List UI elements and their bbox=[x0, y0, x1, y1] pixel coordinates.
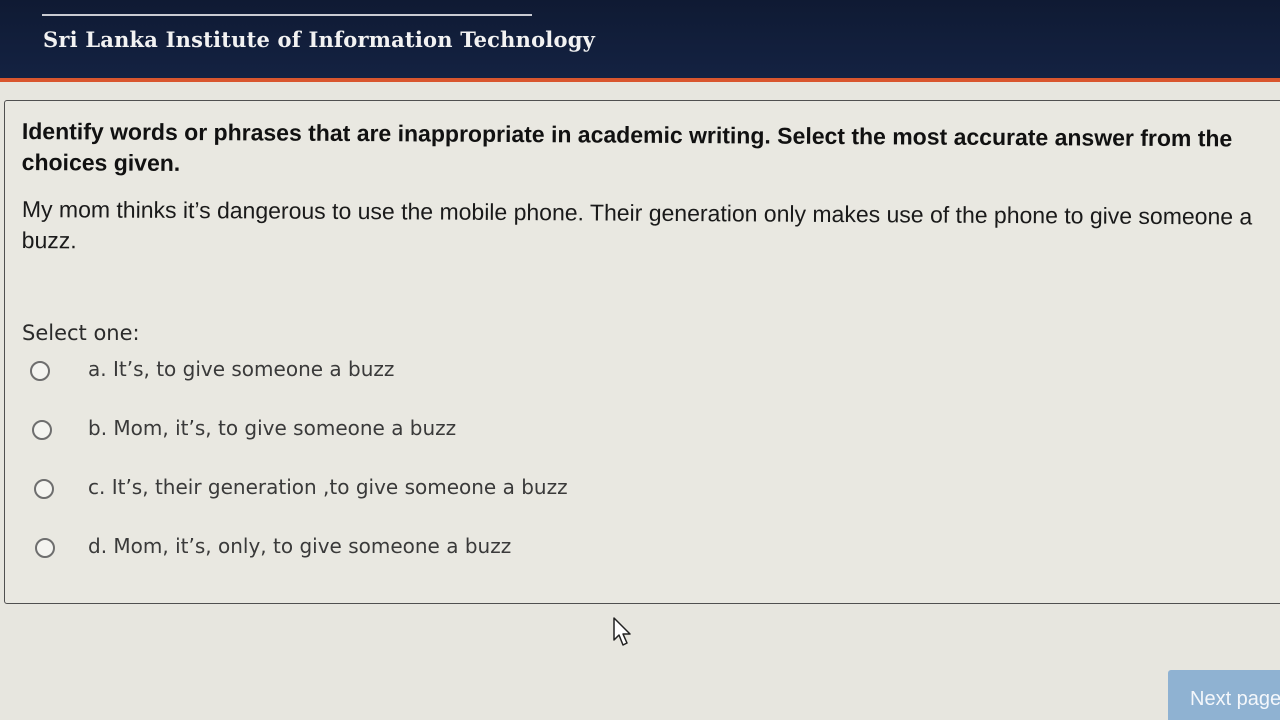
next-page-button[interactable]: Next page bbox=[1168, 670, 1280, 720]
answer-option-label: b. Mom, it’s, to give someone a buzz bbox=[88, 416, 457, 440]
radio-button-a[interactable] bbox=[30, 361, 50, 381]
question-instruction: Identify words or phrases that are inapp… bbox=[21, 117, 1233, 176]
answer-option-a[interactable]: a. It’s, to give someone a buzz bbox=[30, 355, 730, 389]
mouse-pointer-icon bbox=[613, 617, 631, 646]
radio-button-b[interactable] bbox=[32, 420, 52, 440]
answer-option-d[interactable]: d. Mom, it’s, only, to give someone a bu… bbox=[30, 532, 730, 566]
select-one-label: Select one: bbox=[22, 321, 140, 345]
answer-option-label: c. It’s, their generation ,to give someo… bbox=[88, 475, 568, 499]
header-divider bbox=[42, 14, 532, 16]
answer-option-label: a. It’s, to give someone a buzz bbox=[88, 357, 395, 381]
answer-option-c[interactable]: c. It’s, their generation ,to give someo… bbox=[30, 473, 730, 507]
answer-option-b[interactable]: b. Mom, it’s, to give someone a buzz bbox=[30, 414, 730, 448]
question-prompt: My mom thinks it’s dangerous to use the … bbox=[21, 195, 1253, 254]
site-header: Sri Lanka Institute of Information Techn… bbox=[0, 0, 1280, 82]
answer-option-label: d. Mom, it’s, only, to give someone a bu… bbox=[88, 534, 512, 558]
radio-button-c[interactable] bbox=[34, 479, 54, 499]
radio-button-d[interactable] bbox=[35, 538, 55, 558]
institution-name: Sri Lanka Institute of Information Techn… bbox=[43, 27, 595, 52]
